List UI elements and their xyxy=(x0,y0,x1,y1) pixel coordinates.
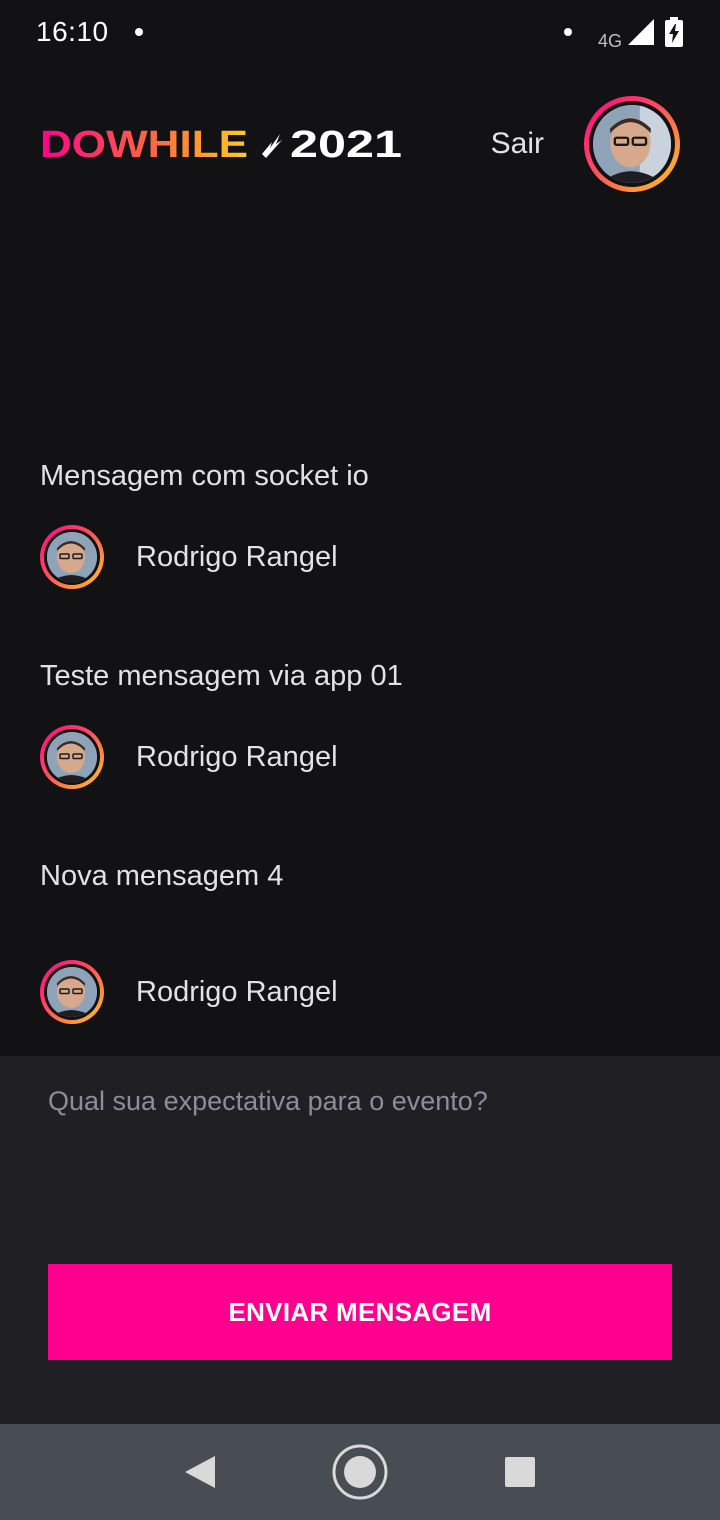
back-button[interactable] xyxy=(168,1440,232,1504)
svg-text:DOWHILE: DOWHILE xyxy=(40,124,248,164)
author-name: Rodrigo Rangel xyxy=(136,540,338,573)
status-icons: 4G xyxy=(563,13,684,52)
system-nav-bar xyxy=(0,1424,720,1520)
header: DOWHILE 2021 Sair xyxy=(40,96,680,192)
message-author: Rodrigo Rangel xyxy=(40,725,338,789)
dowhile-logo: DOWHILE 2021 xyxy=(40,124,402,164)
user-avatar[interactable] xyxy=(584,96,680,192)
message-item: Nova mensagem 4 Rodrigo Rangel xyxy=(40,860,680,1024)
message-item: Mensagem com socket io Rodrigo Rangel xyxy=(40,460,680,589)
author-photo-icon xyxy=(47,732,97,782)
compose-panel: ENVIAR MENSAGEM xyxy=(0,1056,720,1424)
message-author: Rodrigo Rangel xyxy=(40,525,338,589)
author-photo-icon xyxy=(47,532,97,582)
network-type-label: 4G xyxy=(597,30,622,51)
author-avatar xyxy=(40,525,104,589)
recents-button[interactable] xyxy=(488,1440,552,1504)
author-photo-icon xyxy=(47,967,97,1017)
user-photo-icon xyxy=(593,105,671,183)
author-avatar xyxy=(40,960,104,1024)
author-name: Rodrigo Rangel xyxy=(136,975,338,1008)
message-author: Rodrigo Rangel xyxy=(40,960,338,1024)
back-triangle-icon xyxy=(185,1456,215,1488)
svg-text:2021: 2021 xyxy=(290,124,402,164)
recents-square-icon xyxy=(505,1457,535,1487)
send-message-button[interactable]: ENVIAR MENSAGEM xyxy=(48,1264,672,1360)
status-time: 16:10 xyxy=(36,16,109,47)
author-avatar xyxy=(40,725,104,789)
signal-icon xyxy=(628,19,654,45)
home-button[interactable] xyxy=(328,1440,392,1504)
message-text: Mensagem com socket io xyxy=(40,460,369,492)
notification-dot-icon xyxy=(134,28,143,36)
dowhile-2021-logo: DOWHILE 2021 xyxy=(40,124,402,164)
battery-icon xyxy=(665,17,683,47)
sign-out-button[interactable]: Sair xyxy=(491,127,544,161)
status-bar: 16:10 4G xyxy=(0,0,720,64)
message-text: Nova mensagem 4 xyxy=(40,860,284,892)
app-screen: 16:10 4G DOWHILE 2021 Sair Mensagem com … xyxy=(0,0,720,1520)
message-input[interactable] xyxy=(48,1086,672,1206)
home-circle-icon xyxy=(332,1444,388,1500)
message-text: Teste mensagem via app 01 xyxy=(40,660,403,692)
message-item: Teste mensagem via app 01 Rodrigo Rangel xyxy=(40,660,680,789)
author-name: Rodrigo Rangel xyxy=(136,740,338,773)
notification-dot-icon xyxy=(563,28,572,36)
